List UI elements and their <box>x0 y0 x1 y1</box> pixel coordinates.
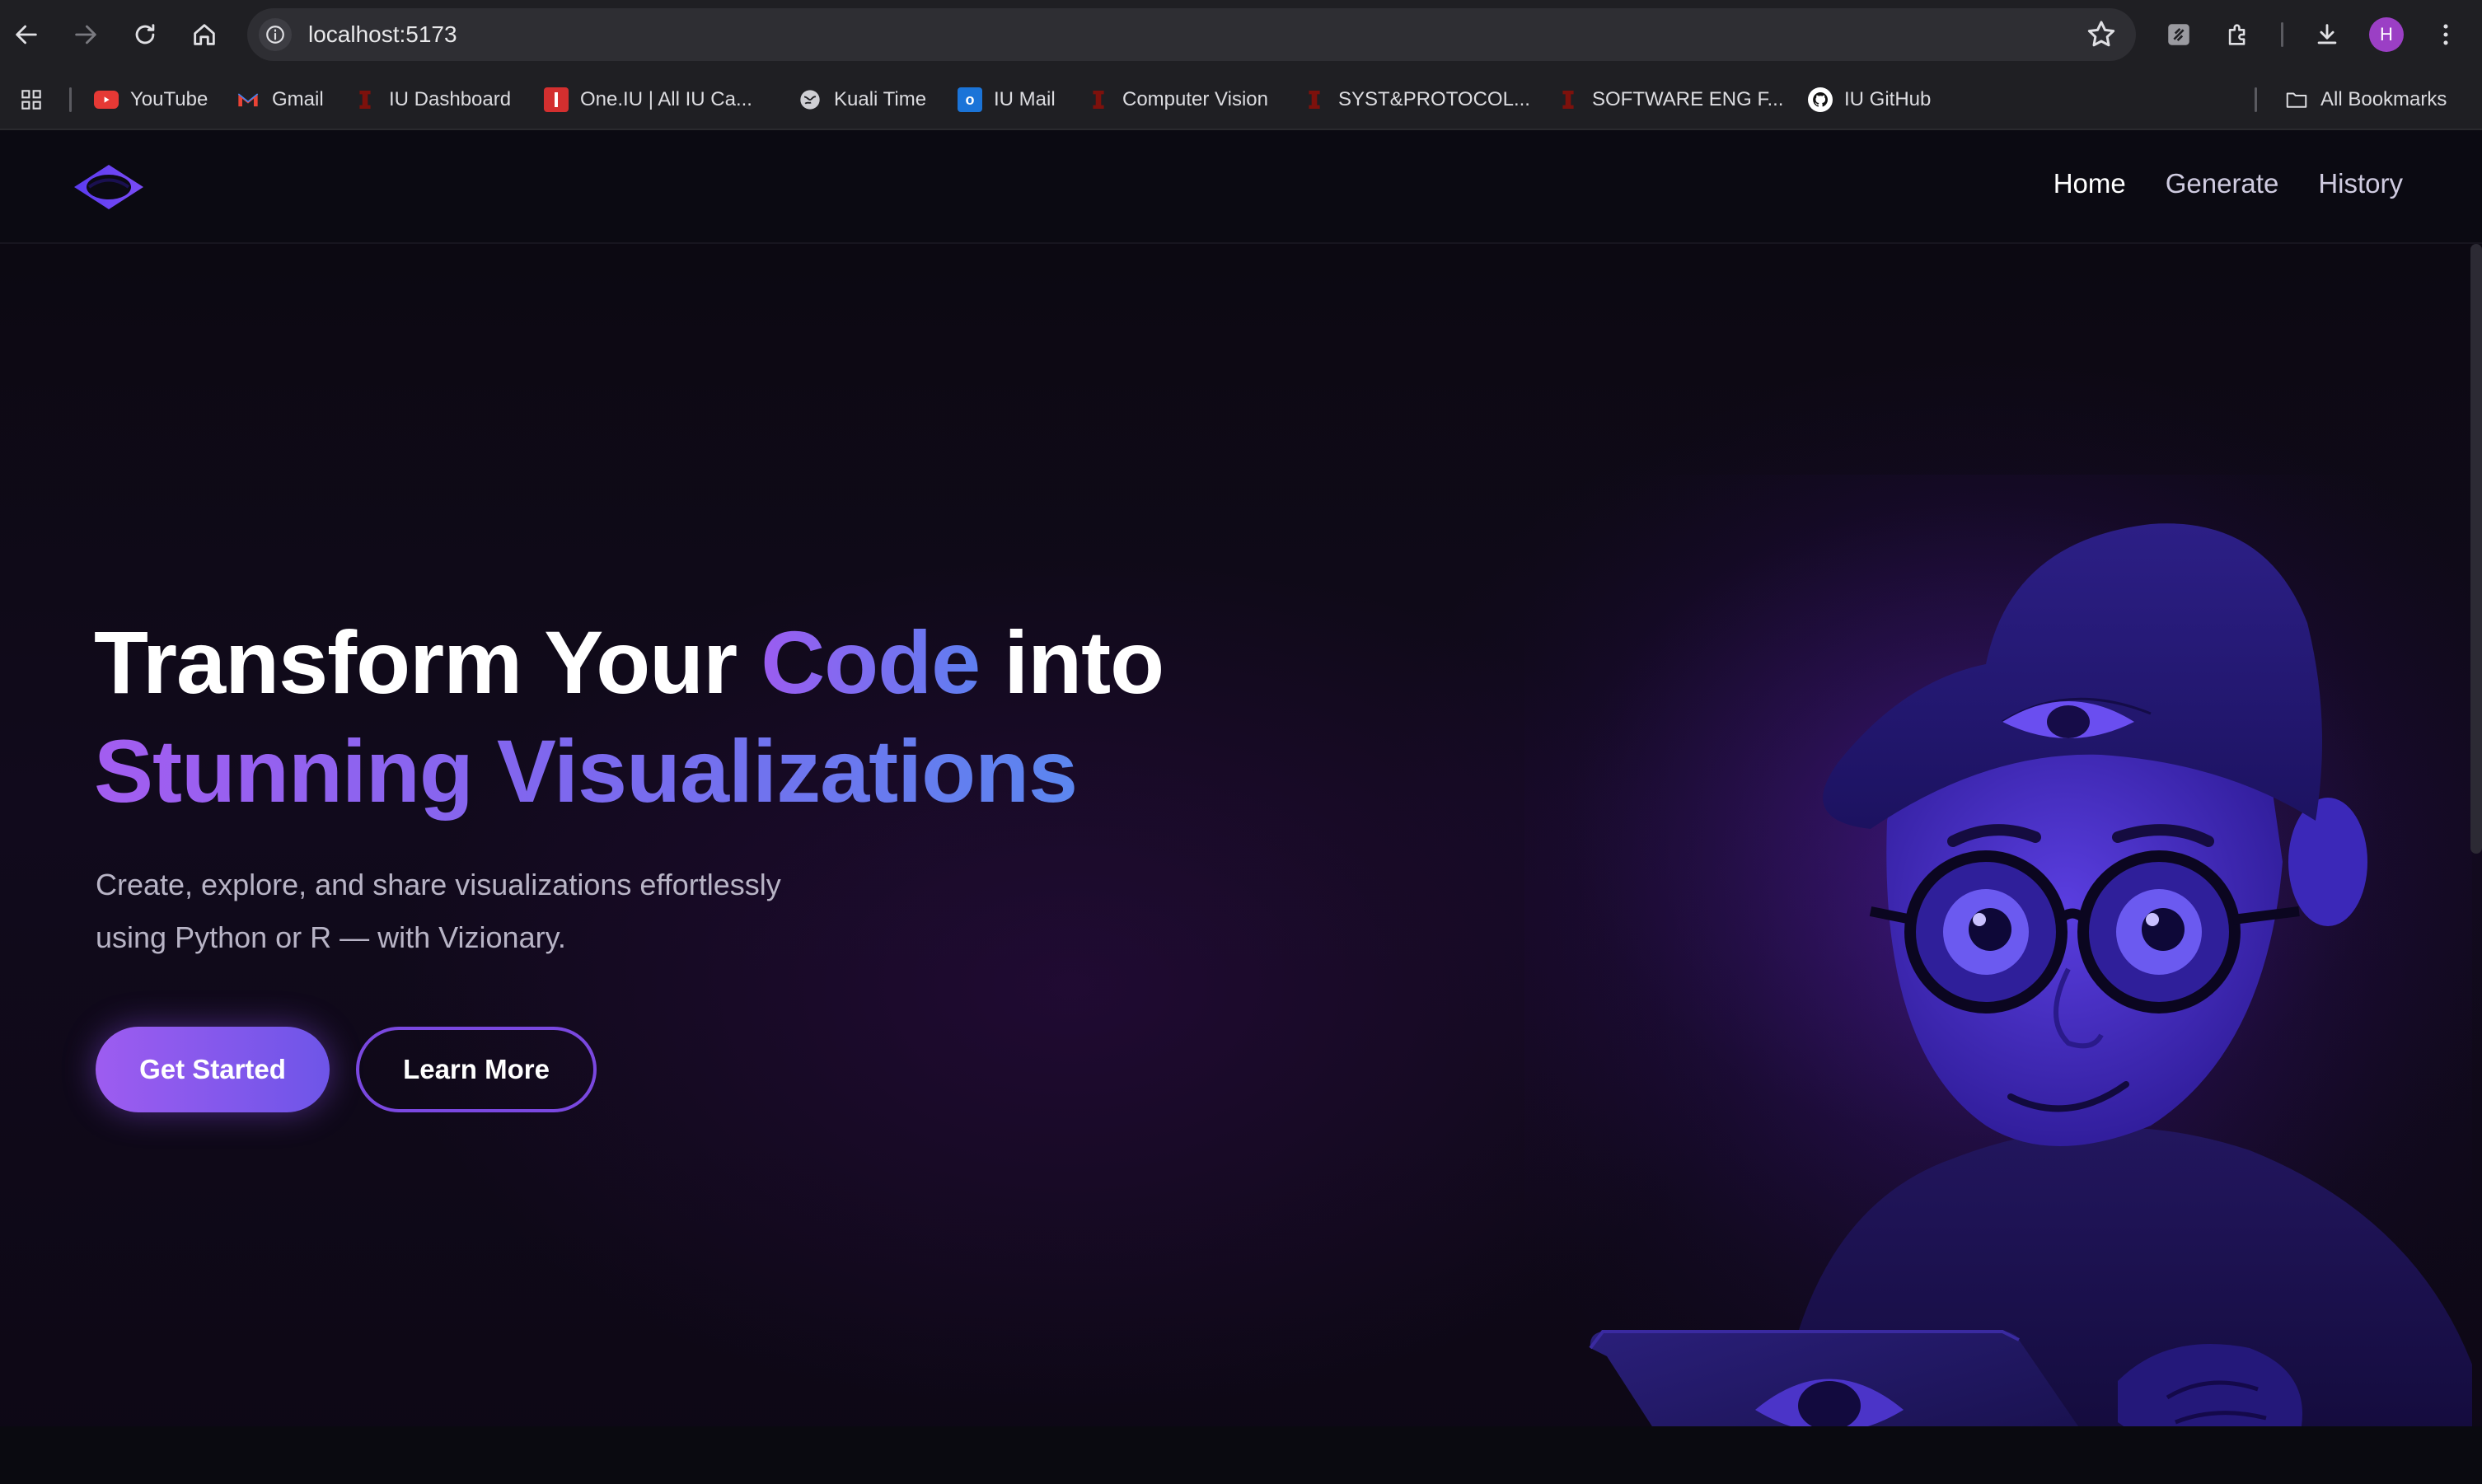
home-button[interactable] <box>185 15 224 54</box>
kuali-icon <box>798 87 822 112</box>
download-icon <box>2317 24 2337 44</box>
puzzle-icon <box>2228 24 2246 45</box>
hero-bottom-band <box>0 1426 2482 1484</box>
bookmark-computer-vision[interactable]: Computer Vision <box>1086 86 1268 114</box>
main-nav: Home Generate History <box>2054 168 2403 199</box>
apps-button[interactable] <box>18 86 44 114</box>
youtube-icon <box>94 91 119 109</box>
extensions-button[interactable] <box>2218 15 2258 54</box>
bookmark-label: Kuali Time <box>834 88 927 110</box>
bookmark-label: IU GitHub <box>1844 88 1932 110</box>
kebab-menu-icon <box>2443 24 2448 45</box>
reload-button[interactable] <box>125 15 165 54</box>
nav-home[interactable]: Home <box>2054 168 2126 199</box>
nav-generate[interactable]: Generate <box>2166 168 2279 199</box>
back-arrow-icon <box>16 25 37 44</box>
apps-grid-icon <box>21 90 41 110</box>
address-bar[interactable]: localhost:5173 <box>247 8 2136 61</box>
oneiu-icon <box>544 87 569 112</box>
bookmark-iu-github[interactable]: IU GitHub <box>1808 86 1931 114</box>
bookmark-label: SYST&PROTOCOL... <box>1338 88 1530 110</box>
bookmarks-bar: YouTube Gmail IU Dashboard One.IU | All … <box>0 69 2482 130</box>
iu-icon <box>1556 87 1581 112</box>
back-button[interactable] <box>7 15 46 54</box>
bookmark-star-icon[interactable] <box>2085 18 2118 51</box>
forward-arrow-icon <box>75 25 96 44</box>
url-text[interactable]: localhost:5173 <box>308 21 457 48</box>
learn-more-button[interactable]: Learn More <box>356 1027 597 1112</box>
hero-title-part2: into <box>980 612 1164 712</box>
bookmark-software-eng[interactable]: SOFTWARE ENG F... <box>1556 86 1783 114</box>
bookmark-label: Gmail <box>272 88 324 110</box>
hero-title: Transform Your Code into Stunning Visual… <box>94 608 1164 826</box>
bookmark-iu-mail[interactable]: o IU Mail <box>958 86 1056 114</box>
bookmark-label: YouTube <box>130 88 208 110</box>
reload-icon <box>135 24 155 44</box>
folder-icon <box>2284 87 2309 112</box>
bookmark-iu-dashboard[interactable]: IU Dashboard <box>353 86 511 114</box>
downloads-button[interactable] <box>2307 15 2347 54</box>
extension-app-icon <box>2168 24 2189 45</box>
bookmarks-divider <box>2255 87 2257 112</box>
bookmark-label: Computer Vision <box>1122 88 1268 110</box>
get-started-button[interactable]: Get Started <box>96 1027 330 1112</box>
iu-icon <box>353 87 377 112</box>
bookmark-one-iu[interactable]: One.IU | All IU Ca... <box>544 86 752 114</box>
hero-subtitle-line1: Create, explore, and share visualization… <box>96 868 781 901</box>
vizionary-logo-icon[interactable] <box>71 160 147 214</box>
page-scrollbar[interactable] <box>2470 244 2482 854</box>
hero-title-part1: Transform Your <box>94 612 761 712</box>
gmail-icon <box>236 87 260 112</box>
site-header: Home Generate History <box>0 130 2482 244</box>
github-icon <box>1808 87 1833 112</box>
hero-subtitle-line2: using Python or R — with Vizionary. <box>96 920 566 954</box>
bookmark-label: All Bookmarks <box>2320 88 2447 110</box>
character-ear <box>2288 798 2367 926</box>
hero-illustration <box>1524 475 2472 1484</box>
bookmark-label: One.IU | All IU Ca... <box>580 88 752 110</box>
browser-toolbar: localhost:5173 H <box>0 0 2482 69</box>
iu-icon <box>1086 87 1111 112</box>
outlook-icon: o <box>958 87 982 112</box>
bookmarks-divider <box>69 87 72 112</box>
forward-button[interactable] <box>66 15 105 54</box>
bookmark-label: IU Mail <box>994 88 1056 110</box>
bookmark-label: SOFTWARE ENG F... <box>1592 88 1784 110</box>
toolbar-divider <box>2281 22 2283 47</box>
web-page: Home Generate History Transform Your Cod… <box>0 130 2482 1484</box>
browser-menu-button[interactable] <box>2426 15 2466 54</box>
site-info-icon[interactable] <box>259 18 292 51</box>
hero-title-highlight: Code <box>761 612 981 712</box>
nav-history[interactable]: History <box>2318 168 2403 199</box>
iu-icon <box>1302 87 1327 112</box>
hero-section: Transform Your Code into Stunning Visual… <box>0 244 2482 1484</box>
hero-title-line2: Stunning Visualizations <box>94 721 1078 821</box>
home-icon <box>194 24 215 45</box>
all-bookmarks-button[interactable]: All Bookmarks <box>2284 86 2447 114</box>
bookmark-label: IU Dashboard <box>389 88 512 110</box>
bookmark-syst-protocol[interactable]: SYST&PROTOCOL... <box>1302 86 1530 114</box>
extension-pin-button[interactable] <box>2159 15 2199 54</box>
hero-subtitle: Create, explore, and share visualization… <box>96 859 837 964</box>
profile-avatar[interactable]: H <box>2369 17 2404 52</box>
bookmark-youtube[interactable]: YouTube <box>94 86 208 114</box>
bookmark-kuali-time[interactable]: Kuali Time <box>798 86 926 114</box>
bookmark-gmail[interactable]: Gmail <box>236 86 324 114</box>
